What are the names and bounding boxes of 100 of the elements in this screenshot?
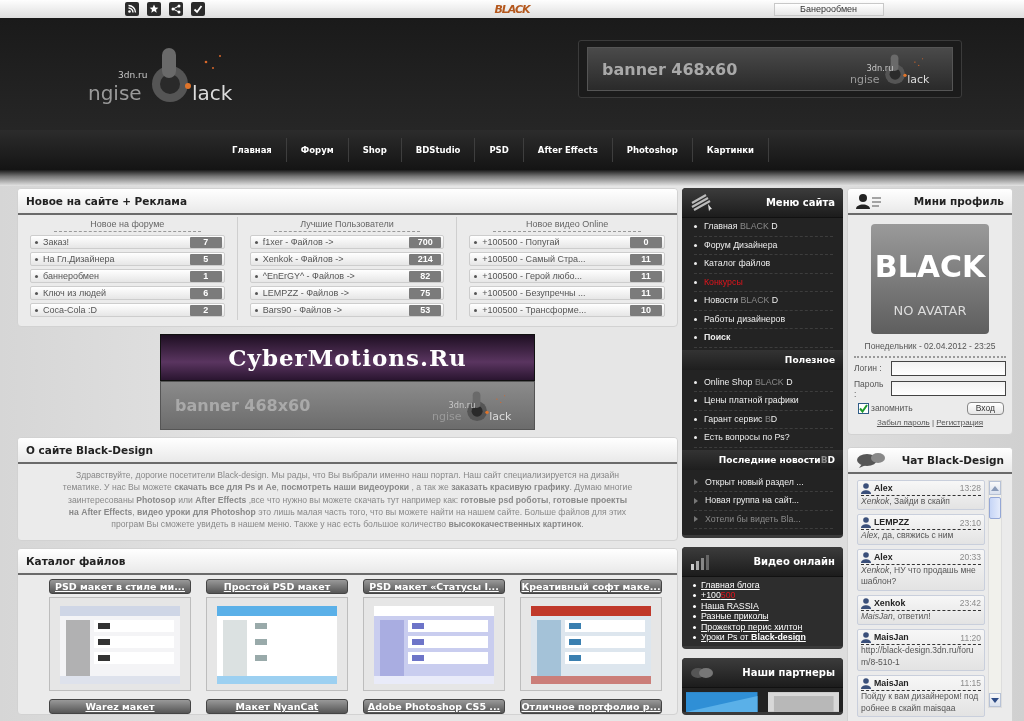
count-badge: 11 (630, 287, 662, 299)
checkbox-label: запомнить (871, 403, 913, 414)
column-heading: Лучшие Пользователи (273, 219, 421, 233)
panel-title: Новое на сайте + Реклама (26, 195, 187, 207)
menu-link[interactable]: Открыт новый раздел ... (705, 476, 804, 488)
file-title-link[interactable]: Простой PSD макет (206, 579, 348, 595)
list-item[interactable]: Заказ! 7 (30, 235, 225, 250)
count-badge: 6 (189, 287, 222, 299)
message-time: 23:42 (959, 598, 981, 609)
avatar: BLACK NO AVATAR (870, 223, 990, 335)
list-item[interactable]: f1xer - Файлов -> 700 (249, 235, 445, 250)
message-text: Xenkok, Зайди в скайп (861, 496, 951, 508)
column-heading: Новое видео Online (493, 219, 641, 233)
count-badge: 1 (189, 270, 222, 282)
item-title: ^EnErGY^ - Файлов -> (262, 270, 356, 282)
field-label: Пароль : (854, 378, 885, 399)
video-link[interactable]: Разные приколы (701, 611, 769, 623)
item-title: баннеробмен (43, 270, 101, 282)
video-link[interactable]: Наша RASSIA (701, 600, 759, 612)
logo: ngise lack 3dn.ru (88, 40, 248, 110)
file-title-link[interactable]: PSD макет в стиле ми... (49, 579, 191, 595)
video-link[interactable]: Уроки Ps от Black-design (701, 632, 806, 644)
list-item[interactable]: баннеробмен 1 (30, 269, 225, 284)
nav-link[interactable]: After Effects (523, 138, 613, 162)
file-title-link[interactable]: Креативный софт маке... (520, 579, 662, 595)
count-badge: 53 (409, 304, 442, 316)
panel-title: Каталог файлов (26, 555, 126, 568)
menu-link[interactable]: Гарант сервис BD (704, 413, 778, 425)
username: LEMPZZ (874, 517, 911, 529)
logo: BLACK (494, 2, 530, 16)
list-item[interactable]: +100500 - Герой любо... 11 (469, 269, 665, 284)
field-label: Логин : (854, 363, 883, 374)
nav-link[interactable]: BDStudio (401, 138, 476, 162)
video-link[interactable]: Главная блога (701, 579, 760, 591)
item-title: LEMPZZ - Файлов -> (262, 287, 350, 299)
file-title-link[interactable]: Макет NyanCat (206, 699, 348, 715)
file-title-link[interactable]: Warez макет (49, 699, 191, 715)
list-item[interactable]: Coca-Cola :D 2 (30, 303, 225, 318)
ad-banner: CyberMotions.Ru (160, 334, 535, 382)
about-text: Здравствуйте, дорогие посетители Black-design. Мы рады, что Вы выбрали именно наш портал. Наш сайт специализируется на дизайн тематике. У нас Вы можете скачать все для Ps и Ae, посмотреть наши видеоуроки , а так же заказать красивую графику. Думаю многие заинтересованы Photosop или After Effects ,все что нужно вы можете скачать тут например как: готовые psd роботы, готовые проекты на After Effects, видео уроки для Photoshop это лишь малая часть того, что вы можете найти на нашем сайте. Больше файлов для этих програм Вы сможете увидеть в нашем меню. Также у нас есть большое количество высококачественных картинок. (61, 469, 634, 532)
separator: | (931, 418, 936, 427)
item-title: Ключ из людей (43, 287, 107, 299)
message-time: 11:20 (960, 632, 981, 644)
list-item[interactable]: +100500 - Самый Стра... 11 (469, 252, 665, 267)
banner-exchange-button[interactable]: Банерообмен (773, 2, 884, 16)
count-badge: 7 (189, 236, 222, 248)
menu-link[interactable]: Хотели бы видеть Bla... (705, 513, 801, 525)
banner-text: banner 468x60 (602, 59, 738, 79)
video-link[interactable]: +100500 (701, 590, 736, 602)
list-item[interactable]: LEMPZZ - Файлов -> 75 (249, 286, 445, 301)
menu-link[interactable]: Форум Дизайнера (704, 239, 778, 251)
count-badge: 75 (409, 287, 442, 299)
list-item[interactable]: Xenkok - Файлов -> 214 (249, 252, 445, 267)
username: Alex (874, 483, 894, 494)
message-text: Xenkok, НУ что продашь мне шаблон? (861, 564, 977, 588)
list-item[interactable]: На Гл.Дизайнера 5 (30, 252, 225, 267)
nav-link[interactable]: PSD (475, 138, 524, 162)
file-title-link[interactable]: PSD макет «Статусы I... (363, 579, 505, 595)
item-title: +100500 - Безупречны ... (482, 287, 587, 299)
list-item[interactable]: +100500 - Попугай 0 (469, 235, 665, 250)
message-time: 13:28 (959, 483, 981, 494)
item-title: На Гл.Дизайнера (43, 253, 116, 265)
profile-link[interactable]: Забыл пароль (876, 418, 930, 427)
menu-link[interactable]: Online Shop BLACK D (704, 376, 793, 388)
message-time: 11:15 (960, 678, 981, 690)
item-title: f1xer - Файлов -> (262, 236, 335, 248)
count-badge: 11 (630, 253, 662, 265)
section-heading: Полезное (682, 349, 843, 370)
menu-link[interactable]: Каталог файлов (704, 258, 771, 270)
item-title: +100500 - Герой любо... (482, 270, 584, 282)
menu-link[interactable]: Цены платной графики (704, 395, 799, 407)
list-item[interactable]: ^EnErGY^ - Файлов -> 82 (249, 269, 445, 284)
list-item[interactable]: +100500 - Трансформе... 10 (469, 303, 665, 318)
menu-link[interactable]: Поиск (704, 332, 731, 344)
item-title: Bars90 - Файлов -> (262, 304, 343, 316)
nav-link[interactable]: Shop (348, 138, 402, 162)
count-badge: 82 (409, 270, 442, 282)
menu-link[interactable]: Новая группа на сайт... (705, 495, 799, 507)
list-item[interactable]: +100500 - Безупречны ... 11 (469, 286, 665, 301)
count-badge: 0 (630, 236, 662, 248)
menu-link[interactable]: Есть вопросы по Ps? (704, 432, 790, 444)
file-title-link[interactable]: Отличное портфолио р... (520, 699, 662, 715)
video-link[interactable]: Прожектор перис хилтон (701, 621, 803, 633)
list-item[interactable]: Ключ из людей 6 (30, 286, 225, 301)
file-title-link[interactable]: Adobe Photoshop CS5 ... (363, 699, 505, 715)
nav-link[interactable]: Photoshop (612, 138, 693, 162)
menu-link[interactable]: Новости BLACK D (704, 295, 779, 307)
profile-link[interactable]: Регистрация (936, 418, 984, 427)
nav-link[interactable]: Главная (218, 138, 287, 162)
list-item[interactable]: Bars90 - Файлов -> 53 (249, 303, 445, 318)
menu-link[interactable]: Работы дизайнеров (704, 313, 786, 325)
nav-link[interactable]: Картинки (692, 138, 769, 162)
message-text: http://black-design.3dn.ru/forum/8-510-1 (861, 645, 975, 669)
section-heading: Последние новостиBD (682, 449, 843, 470)
menu-link[interactable]: Главная BLACK D (704, 221, 778, 233)
login-button[interactable]: Вход (966, 402, 1004, 415)
count-badge: 214 (409, 253, 442, 265)
column-heading: Новое на форуме (54, 219, 201, 233)
count-badge: 2 (189, 304, 222, 316)
nav-link[interactable]: Форум (286, 138, 349, 162)
